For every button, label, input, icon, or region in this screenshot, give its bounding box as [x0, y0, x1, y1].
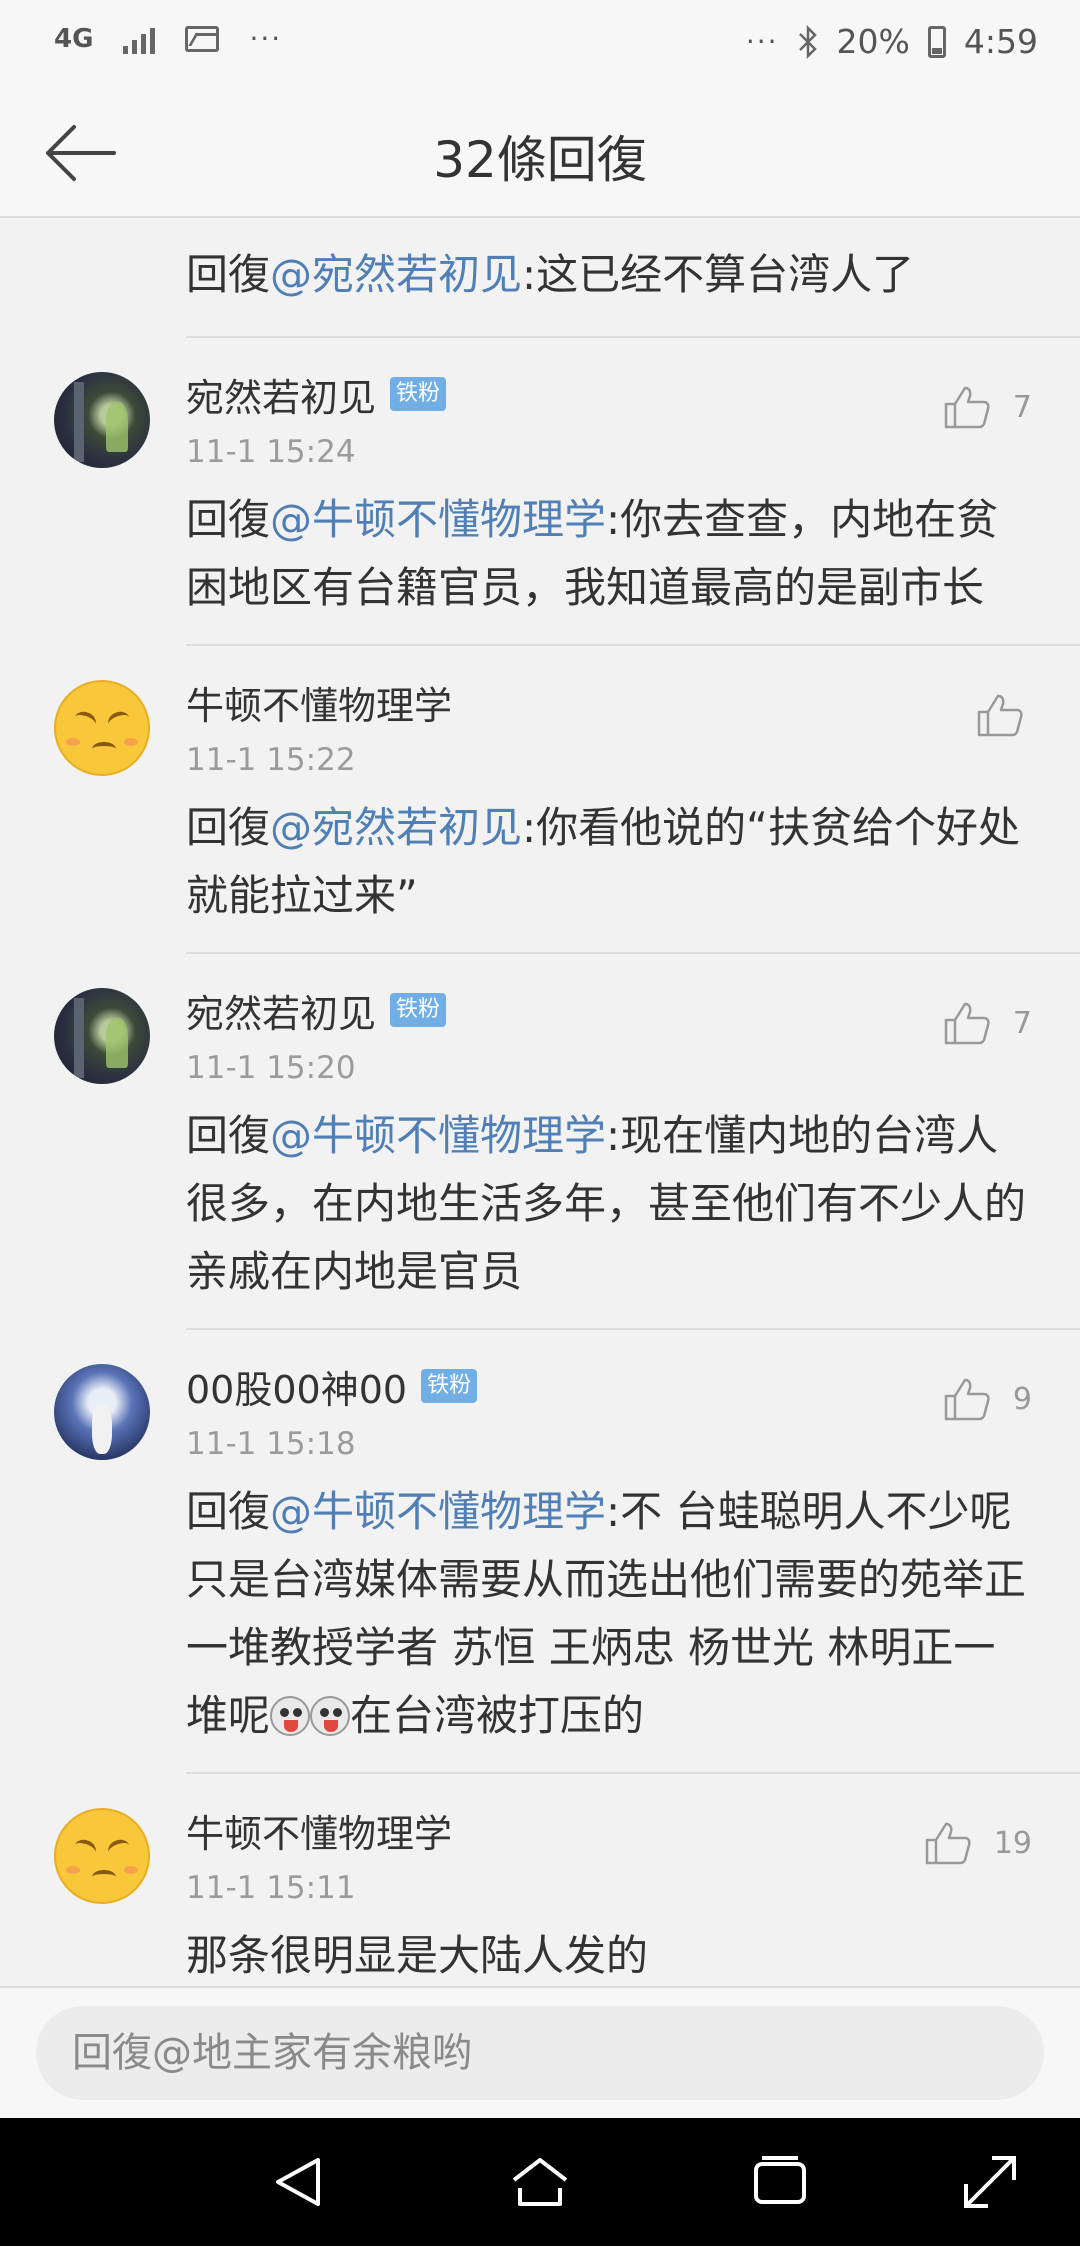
expand-nav-icon[interactable] — [960, 2152, 1020, 2212]
comment-text: 那条很明显是大陆人发的 — [186, 1931, 649, 1980]
reply-prefix: 回復 — [186, 495, 271, 544]
comment-item: 19 牛顿不懂物理学 11-1 15:11 那条很明显是大陆人发的 — [0, 1774, 1080, 1986]
reply-text: 回復@宛然若初见:这已经不算台湾人了 — [186, 218, 1080, 338]
mention-link[interactable]: @宛然若初见 — [270, 250, 522, 299]
timestamp: 11-1 15:24 — [186, 434, 356, 470]
username[interactable]: 宛然若初见 — [186, 983, 376, 1038]
avatar[interactable] — [54, 372, 150, 468]
reply-prefix: 回復 — [186, 1111, 271, 1160]
thumbs-up-icon — [977, 694, 1023, 737]
username[interactable]: 宛然若初见 — [186, 367, 376, 422]
thumbs-up-icon — [944, 1002, 990, 1045]
thumbs-up-icon — [944, 1378, 990, 1421]
fan-badge: 铁粉 — [390, 377, 447, 411]
like-button[interactable]: 7 — [943, 1000, 1032, 1046]
like-button[interactable]: 9 — [943, 1376, 1032, 1422]
comment-item: 牛顿不懂物理学 11-1 15:22 回復@宛然若初见:你看他说的“扶贫给个好处… — [0, 646, 1080, 954]
fan-badge: 铁粉 — [421, 1369, 478, 1403]
reply-input[interactable] — [36, 2006, 1044, 2100]
more-status-icon: ··· — [745, 25, 779, 58]
clock: 4:59 — [963, 22, 1038, 61]
like-button[interactable]: 7 — [943, 384, 1032, 430]
comment-text: 回復@牛顿不懂物理学:现在懂内地的台湾人很多，在内地生活多年，甚至他们有不少人的… — [186, 1102, 1030, 1328]
system-nav-bar — [0, 2118, 1080, 2246]
comment-text: 回復@牛顿不懂物理学:你去查查，内地在贫困地区有台籍官员，我知道最高的是副市长 — [186, 486, 1030, 644]
home-nav-icon[interactable] — [510, 2152, 570, 2212]
reply-prefix: 回復 — [186, 803, 271, 852]
timestamp: 11-1 15:22 — [186, 742, 356, 778]
like-count: 19 — [993, 1825, 1032, 1861]
recents-nav-icon[interactable] — [750, 2152, 810, 2212]
mention-link[interactable]: @牛顿不懂物理学 — [270, 495, 606, 544]
comment-item: 7 宛然若初见 铁粉 11-1 15:20 回復@牛顿不懂物理学:现在懂内地的台… — [0, 954, 1080, 1330]
like-button[interactable]: 19 — [924, 1820, 1032, 1866]
mention-link[interactable]: @宛然若初见 — [270, 803, 522, 852]
like-count: 9 — [1012, 1381, 1032, 1417]
battery-icon — [927, 25, 946, 58]
timestamp: 11-1 15:11 — [186, 1870, 356, 1906]
reply-list[interactable]: 回復@宛然若初见:这已经不算台湾人了 7 宛然若初见 铁粉 11-1 15:24… — [0, 218, 1080, 1986]
timestamp: 11-1 15:18 — [186, 1426, 356, 1462]
mention-link[interactable]: @牛顿不懂物理学 — [270, 1487, 606, 1536]
reply-body: :这已经不算台湾人了 — [522, 250, 915, 299]
page-title: 32條回復 — [433, 131, 647, 189]
network-indicator: 4G — [54, 23, 94, 54]
reply-prefix: 回復 — [186, 1487, 271, 1536]
battery-percent: 20% — [836, 22, 910, 61]
header: 32條回復 — [0, 90, 1080, 218]
sticker-emoji-icon — [270, 1696, 311, 1736]
more-notifications-icon: ··· — [249, 22, 283, 55]
comment-item: 9 00股00神00 铁粉 11-1 15:18 回復@牛顿不懂物理学:不 台蛙… — [0, 1330, 1080, 1774]
bluetooth-icon — [798, 24, 817, 59]
comment-item: 7 宛然若初见 铁粉 11-1 15:24 回復@牛顿不懂物理学:你去查查，内地… — [0, 338, 1080, 646]
username[interactable]: 00股00神00 — [186, 1359, 407, 1414]
reply-input-bar — [0, 1986, 1080, 2118]
signal-icon — [123, 24, 156, 54]
avatar[interactable] — [54, 1808, 150, 1904]
comment-text: 回復@宛然若初见:你看他说的“扶贫给个好处就能拉过来” — [186, 794, 1030, 952]
avatar[interactable] — [54, 680, 150, 776]
sticker-emoji-icon — [310, 1696, 351, 1736]
comment-body-tail: 在台湾被打压的 — [350, 1691, 645, 1740]
avatar[interactable] — [54, 988, 150, 1084]
avatar[interactable] — [54, 1364, 150, 1460]
mention-link[interactable]: @牛顿不懂物理学 — [270, 1111, 606, 1160]
like-button[interactable] — [976, 692, 1062, 738]
status-bar: 4G ··· ··· 20% 4:59 — [0, 0, 1080, 90]
image-notification-icon — [185, 25, 220, 52]
username[interactable]: 牛顿不懂物理学 — [186, 675, 452, 730]
like-count: 7 — [1012, 1005, 1032, 1041]
back-nav-icon[interactable] — [270, 2152, 330, 2212]
comment-text: 回復@牛顿不懂物理学:不 台蛙聪明人不少呢只是台湾媒体需要从而选出他们需要的苑举… — [186, 1478, 1030, 1772]
thumbs-up-icon — [944, 386, 990, 429]
reply-prefix: 回復 — [186, 250, 271, 299]
like-count: 7 — [1012, 389, 1032, 425]
fan-badge: 铁粉 — [390, 993, 447, 1027]
username[interactable]: 牛顿不懂物理学 — [186, 1803, 452, 1858]
thumbs-up-icon — [925, 1822, 971, 1865]
timestamp: 11-1 15:20 — [186, 1050, 356, 1086]
